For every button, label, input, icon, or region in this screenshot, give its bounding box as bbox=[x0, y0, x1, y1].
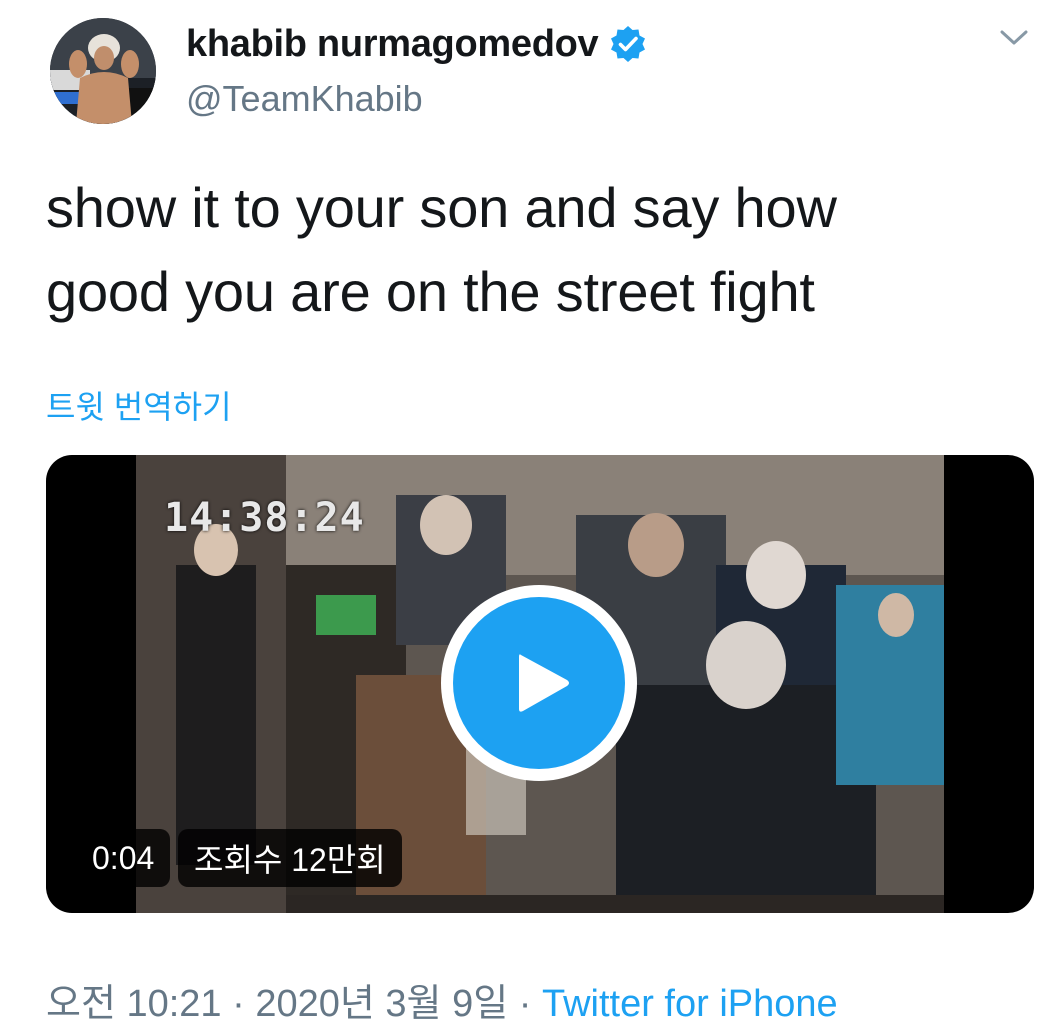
author-name-row[interactable]: khabib nurmagomedov bbox=[186, 20, 648, 68]
video-player[interactable]: 14:38:24 0:04 조회수 12만회 bbox=[46, 455, 1034, 913]
chevron-down-icon[interactable] bbox=[996, 22, 1032, 52]
tweet-source-link[interactable]: Twitter for iPhone bbox=[542, 983, 838, 1025]
avatar-image bbox=[50, 18, 156, 124]
tweet-text: show it to your son and say how good you… bbox=[46, 166, 1006, 334]
translate-tweet-link[interactable]: 트윗 번역하기 bbox=[46, 382, 232, 428]
tweet-text-line: good you are on the street fight bbox=[46, 260, 815, 323]
tweet-date: 2020년 3월 9일 bbox=[255, 983, 509, 1025]
meta-separator: · bbox=[508, 983, 542, 1025]
video-duration-badge: 0:04 bbox=[76, 829, 171, 887]
meta-separator: · bbox=[221, 983, 256, 1025]
tweet-text-line: show it to your son and say how bbox=[46, 176, 837, 239]
verified-badge-icon bbox=[608, 24, 648, 64]
play-button[interactable] bbox=[441, 585, 637, 781]
play-icon[interactable] bbox=[453, 597, 625, 769]
author-avatar[interactable] bbox=[50, 18, 156, 124]
tweet-time: 오전 10:21 bbox=[46, 983, 222, 1025]
camera-timestamp: 14:38:24 bbox=[164, 495, 365, 541]
tweet-meta: 오전 10:21 · 2020년 3월 9일 · Twitter for iPh… bbox=[46, 972, 838, 1027]
author-handle[interactable]: @TeamKhabib bbox=[186, 78, 423, 120]
video-views-badge: 조회수 12만회 bbox=[178, 829, 402, 887]
author-display-name[interactable]: khabib nurmagomedov bbox=[186, 23, 599, 66]
